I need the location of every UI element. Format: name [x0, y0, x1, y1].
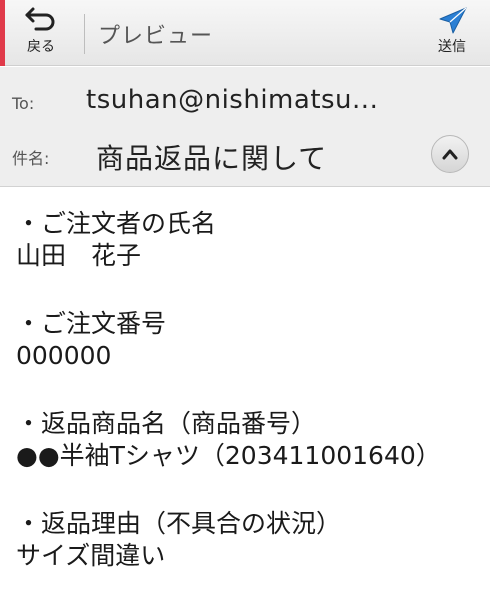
- section-value: サイズ間違い: [16, 541, 166, 570]
- send-label: 送信: [438, 39, 466, 55]
- toolbar-divider: [84, 14, 85, 54]
- orderer-name-section: ・ご注文者の氏名 山田 花子: [16, 208, 482, 272]
- section-heading: ・ご注文者の氏名: [16, 209, 217, 238]
- back-label: 戻る: [27, 39, 55, 55]
- accent-bar: [0, 0, 5, 66]
- section-heading: ・ご注文番号: [16, 309, 167, 338]
- back-button[interactable]: 戻る: [12, 6, 70, 62]
- section-value: 000000: [16, 341, 112, 370]
- chevron-up-icon: [442, 149, 458, 160]
- section-heading: ・返品理由（不具合の状況）: [16, 509, 342, 538]
- top-toolbar: 戻る プレビュー 送信: [0, 0, 490, 66]
- subject-field[interactable]: 商品返品に関して: [96, 137, 327, 177]
- to-field[interactable]: tsuhan@nishimatsu...: [86, 85, 378, 115]
- return-item-section: ・返品商品名（商品番号） ●●半袖Tシャツ（203411001640）: [16, 408, 482, 472]
- send-button[interactable]: 送信: [428, 6, 476, 62]
- collapse-header-button[interactable]: [431, 135, 469, 173]
- section-value: 山田 花子: [16, 241, 142, 270]
- page-title: プレビュー: [98, 24, 214, 49]
- section-heading: ・返品商品名（商品番号）: [16, 409, 317, 438]
- section-value: ●●半袖Tシャツ（203411001640）: [16, 441, 441, 470]
- message-body[interactable]: ・ご注文者の氏名 山田 花子 ・ご注文番号 000000 ・返品商品名（商品番号…: [16, 208, 482, 608]
- send-arrow-icon: [439, 7, 467, 34]
- order-number-section: ・ご注文番号 000000: [16, 308, 482, 372]
- message-header: To: tsuhan@nishimatsu... 件名: 商品返品に関して: [0, 67, 490, 187]
- to-label: To:: [12, 94, 35, 113]
- back-arrow-icon: [25, 7, 55, 31]
- return-reason-section: ・返品理由（不具合の状況） サイズ間違い: [16, 508, 482, 572]
- subject-label: 件名:: [12, 149, 50, 168]
